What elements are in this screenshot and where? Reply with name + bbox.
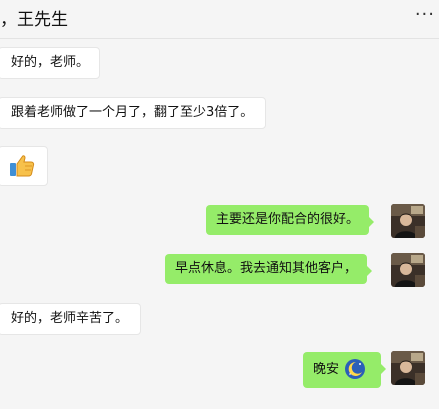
more-dots-icon[interactable]: ··· xyxy=(415,4,435,25)
avatar[interactable] xyxy=(391,253,425,287)
message-text: 晚安 xyxy=(313,362,340,377)
message-bubble-left[interactable]: 跟着老师做了一个月了，翻了至少3倍了。 xyxy=(0,97,267,129)
message-bubble-right[interactable]: 早点休息。我去通知其他客户， xyxy=(165,254,373,284)
moon-icon xyxy=(345,359,365,379)
avatar[interactable] xyxy=(391,204,425,238)
message-bubble-left[interactable]: 好的，老师辛苦了。 xyxy=(0,303,142,335)
message-bubble-right[interactable]: 主要还是你配合的很好。 xyxy=(206,205,375,235)
message-bubble-right[interactable]: 晚安 xyxy=(303,352,386,388)
message-bubble-left[interactable] xyxy=(0,146,48,186)
chat-window: ，王先生 ··· 好的，老师。 跟着老师做了一个月了，翻了至少3倍了。 主要还是… xyxy=(0,0,439,409)
message-bubble-left[interactable]: 好的，老师。 xyxy=(0,47,101,79)
chat-header: ，王先生 ··· xyxy=(0,0,439,39)
chat-title: ，王先生 xyxy=(0,10,68,30)
avatar[interactable] xyxy=(391,351,425,385)
thumbs-up-icon xyxy=(10,155,35,177)
